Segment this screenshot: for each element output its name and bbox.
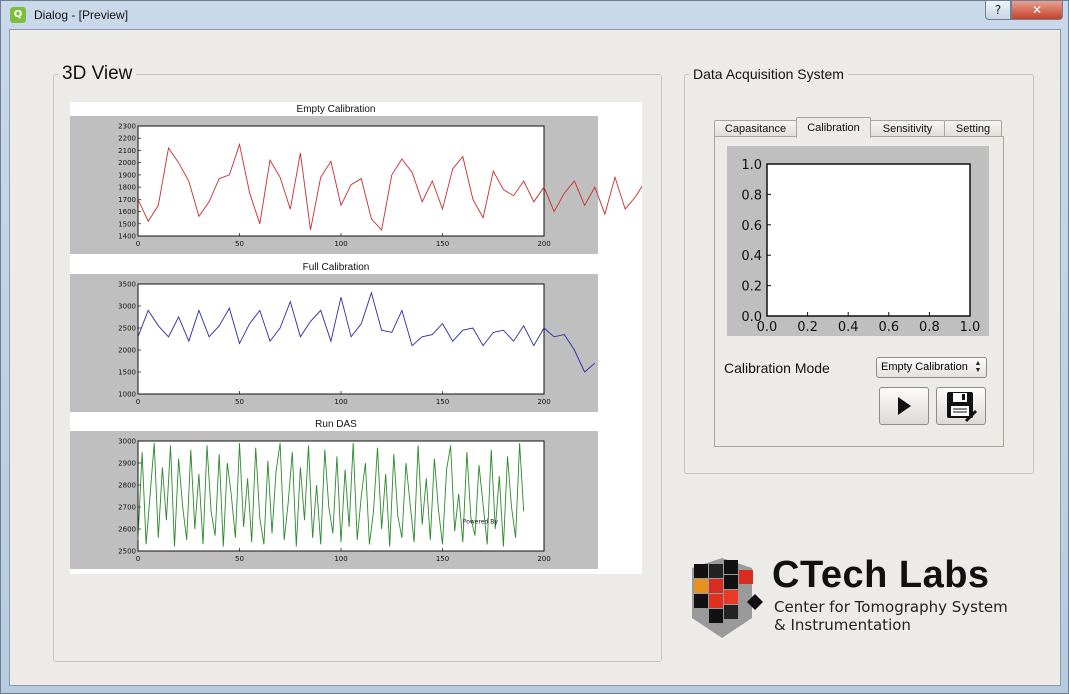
window-title: Dialog - [Preview] <box>34 8 129 22</box>
x-tick-label: 100 <box>334 555 347 563</box>
spin-arrows-icon: ▲ ▼ <box>974 360 982 374</box>
y-tick-label: 2600 <box>118 526 136 534</box>
ctech-labs-logo: CTech Labs Center for Tomography System … <box>692 554 1022 654</box>
chart-panel-0: Empty Calibration14001500160017001800190… <box>70 104 642 254</box>
mini-x-tick-label: 0.0 <box>757 320 778 335</box>
tab-setting[interactable]: Setting <box>944 120 1002 137</box>
y-tick-label: 2000 <box>118 347 136 355</box>
x-tick-label: 200 <box>537 555 550 563</box>
close-button[interactable]: ✕ <box>1011 1 1063 20</box>
logo-title: CTech Labs <box>772 554 990 596</box>
chart-panel-1: Full Calibration100015002000250030003500… <box>70 262 598 412</box>
mini-y-tick-label: 1.0 <box>741 158 762 173</box>
y-tick-label: 2300 <box>118 123 136 131</box>
y-tick-label: 2200 <box>118 135 136 143</box>
chart-title: Empty Calibration <box>297 104 376 115</box>
tab-calibration[interactable]: Calibration <box>796 117 871 138</box>
calibration-plot-svg: 0.00.20.40.60.81.00.0 0.2 0.4 0.6 0.8 1.0 <box>741 158 981 335</box>
das-group-title: Data Acquisition System <box>689 66 848 83</box>
y-tick-label: 2800 <box>118 482 136 490</box>
x-tick-label: 200 <box>537 398 550 406</box>
y-tick-label: 1500 <box>118 369 136 377</box>
x-tick-label: 0 <box>136 398 140 406</box>
view3d-group-title: 3D View <box>58 63 137 85</box>
mini-x-tick-label: 1.0 <box>960 320 981 335</box>
y-tick-label: 1800 <box>118 184 136 192</box>
tab-sensitivity[interactable]: Sensitivity <box>870 120 945 137</box>
qt-app-icon: Q <box>10 7 26 23</box>
y-tick-label: 1600 <box>118 208 136 216</box>
y-tick-label: 1700 <box>118 196 136 204</box>
x-tick-label: 100 <box>334 240 347 248</box>
dialog-window: Q Dialog - [Preview] ? ✕ 3D View Empty C… <box>0 0 1069 694</box>
mini-x-tick-label: 0.8 <box>919 320 940 335</box>
y-tick-label: 1500 <box>118 220 136 228</box>
calibration-plot: 0.0 0.2 0.4 0.6 0.8 1.0 0.0 0.2 0.4 0.6 0.8 1.0 <box>727 146 989 336</box>
x-tick-label: 0 <box>136 555 140 563</box>
x-tick-label: 150 <box>436 555 449 563</box>
mini-y-tick-label: 0.8 <box>741 188 762 203</box>
x-tick-label: 150 <box>436 240 449 248</box>
title-bar[interactable]: Q Dialog - [Preview] ? ✕ <box>1 1 1068 29</box>
chart-title: Full Calibration <box>303 262 370 273</box>
x-tick-label: 50 <box>235 398 244 406</box>
help-button[interactable]: ? <box>985 1 1011 20</box>
chart-annotation: Powered By <box>463 519 499 526</box>
ctech-logo-mark-icon <box>692 558 763 638</box>
run-button[interactable] <box>879 387 929 425</box>
x-tick-label: 150 <box>436 398 449 406</box>
x-tick-label: 0 <box>136 240 140 248</box>
y-tick-label: 2500 <box>118 548 136 556</box>
mini-y-tick-label: 0.4 <box>741 249 762 264</box>
logo-line1: Center for Tomography System <box>774 598 1008 616</box>
y-tick-label: 1000 <box>118 391 136 399</box>
y-tick-label: 3000 <box>118 303 136 311</box>
mini-x-tick-label: 0.4 <box>838 320 859 335</box>
y-tick-label: 3000 <box>118 438 136 446</box>
calibration-mode-select[interactable]: Empty Calibration ▲ ▼ <box>876 357 987 378</box>
calibration-mode-label: Calibration Mode <box>724 360 830 376</box>
x-tick-label: 50 <box>235 240 244 248</box>
mini-y-tick-label: 0.2 <box>741 280 762 295</box>
view3d-charts-svg: Empty Calibration14001500160017001800190… <box>70 104 642 569</box>
y-tick-label: 3500 <box>118 281 136 289</box>
dialog-client-area: 3D View Empty Calibration 1400 1500 1600 170… <box>9 29 1061 686</box>
view3d-plot-canvas: Empty Calibration 1400 1500 1600 1700 1800 190… <box>70 102 642 574</box>
mini-x-tick-label: 0.2 <box>797 320 818 335</box>
y-tick-label: 2500 <box>118 325 136 333</box>
save-disk-icon <box>947 392 977 422</box>
chart-plot-area <box>137 125 545 237</box>
mini-x-tick-label: 0.6 <box>878 320 899 335</box>
play-icon <box>898 397 911 415</box>
chart-title: Run DAS <box>315 419 357 430</box>
y-tick-label: 2900 <box>118 460 136 468</box>
y-tick-label: 2700 <box>118 504 136 512</box>
tab-capasitance[interactable]: Capasitance <box>714 120 797 137</box>
chart-panel-2: Run DAS 2500 2600 2700 2800 2900 3000 0 50 100 150… <box>70 419 598 569</box>
y-tick-label: 1400 <box>118 233 136 241</box>
mini-y-tick-label: 0.6 <box>741 219 762 234</box>
y-tick-label: 2100 <box>118 147 136 155</box>
x-tick-label: 200 <box>537 240 550 248</box>
y-tick-label: 2000 <box>118 159 136 167</box>
logo-line2: & Instrumentation <box>774 616 911 634</box>
mini-plot-area <box>766 163 971 317</box>
y-tick-label: 1900 <box>118 171 136 179</box>
save-button[interactable] <box>936 387 986 425</box>
x-tick-label: 50 <box>235 555 244 563</box>
chart-plot-area <box>137 283 545 395</box>
calibration-mode-value: Empty Calibration <box>881 361 968 373</box>
x-tick-label: 100 <box>334 398 347 406</box>
